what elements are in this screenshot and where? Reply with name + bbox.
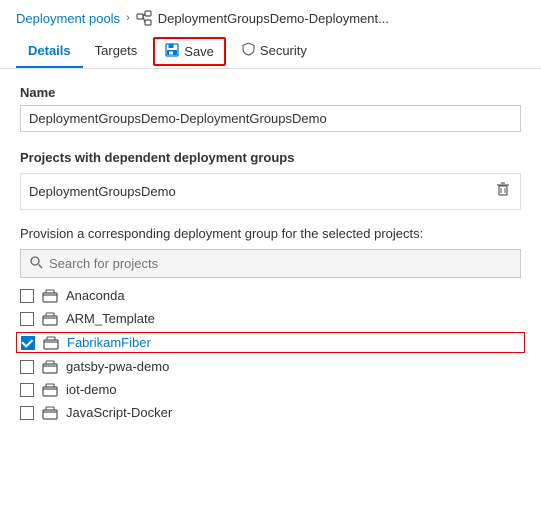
shield-icon	[242, 42, 255, 59]
project-icon	[42, 289, 58, 303]
project-checkbox-gatsby-pwa-demo[interactable]	[20, 360, 34, 374]
project-name: iot-demo	[66, 382, 117, 397]
project-checkbox-iot-demo[interactable]	[20, 383, 34, 397]
search-input[interactable]	[49, 256, 512, 271]
dependent-section-title: Projects with dependent deployment group…	[20, 150, 521, 165]
project-list: Anaconda ARM_Template FabrikamFiber gats…	[20, 288, 521, 420]
breadcrumb-separator: ›	[126, 12, 130, 24]
search-icon	[29, 255, 43, 272]
project-icon	[43, 336, 59, 350]
list-item: FabrikamFiber	[16, 332, 525, 353]
project-name: ARM_Template	[66, 311, 155, 326]
breadcrumb-link[interactable]: Deployment pools	[16, 11, 120, 26]
name-label: Name	[20, 85, 521, 100]
project-checkbox-anaconda[interactable]	[20, 289, 34, 303]
tab-details[interactable]: Details	[16, 35, 83, 68]
tab-security[interactable]: Security	[230, 34, 319, 69]
tab-targets[interactable]: Targets	[83, 35, 150, 68]
project-name: FabrikamFiber	[67, 335, 151, 350]
project-icon	[42, 312, 58, 326]
list-item: iot-demo	[20, 382, 521, 397]
project-icon	[42, 383, 58, 397]
provision-label: Provision a corresponding deployment gro…	[20, 226, 521, 241]
name-input[interactable]	[20, 105, 521, 132]
project-checkbox-arm-template[interactable]	[20, 312, 34, 326]
deployment-groups-icon	[136, 10, 152, 26]
project-name: JavaScript-Docker	[66, 405, 172, 420]
project-name: gatsby-pwa-demo	[66, 359, 169, 374]
dependent-project-name: DeploymentGroupsDemo	[29, 184, 176, 199]
project-checkbox-fabrikamfiber[interactable]	[21, 336, 35, 350]
tabs-bar: Details Targets Save Security	[0, 34, 541, 69]
breadcrumb-current: DeploymentGroupsDemo-Deployment...	[158, 11, 389, 26]
project-name: Anaconda	[66, 288, 125, 303]
project-icon	[42, 360, 58, 374]
breadcrumb: Deployment pools › DeploymentGroupsDemo-…	[0, 0, 541, 34]
content-area: Name Projects with dependent deployment …	[0, 69, 541, 436]
save-button[interactable]: Save	[153, 37, 226, 66]
list-item: JavaScript-Docker	[20, 405, 521, 420]
dependent-project-item: DeploymentGroupsDemo	[20, 173, 521, 210]
list-item: gatsby-pwa-demo	[20, 359, 521, 374]
delete-icon[interactable]	[494, 180, 512, 203]
project-icon	[42, 406, 58, 420]
list-item: Anaconda	[20, 288, 521, 303]
save-icon	[165, 43, 179, 60]
list-item: ARM_Template	[20, 311, 521, 326]
project-checkbox-javascript-docker[interactable]	[20, 406, 34, 420]
search-box	[20, 249, 521, 278]
